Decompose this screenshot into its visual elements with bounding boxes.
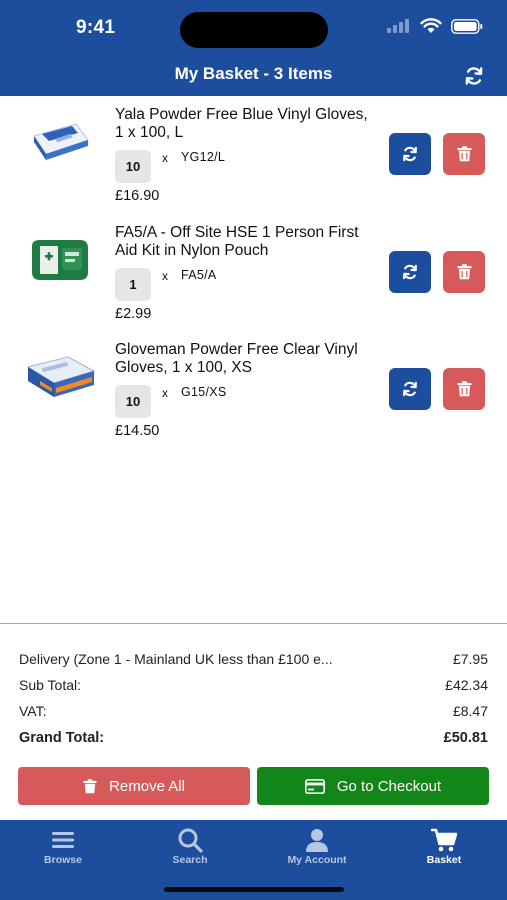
basket-item: FA5/A - Off Site HSE 1 Person First Aid …: [0, 214, 507, 332]
delivery-row: Delivery (Zone 1 - Mainland UK less than…: [19, 651, 488, 671]
refresh-icon[interactable]: [463, 65, 485, 87]
status-icons: [387, 18, 483, 34]
search-icon: [178, 828, 203, 853]
quantity-input[interactable]: 1: [115, 268, 151, 301]
product-sku: G15/XS: [181, 385, 227, 399]
update-item-button[interactable]: [389, 368, 431, 410]
vat-label: VAT:: [19, 703, 47, 719]
cart-icon: [431, 828, 457, 852]
vat-value: £8.47: [452, 703, 488, 719]
trash-icon: [457, 146, 471, 162]
product-sku: FA5/A: [181, 268, 217, 282]
status-bar: 9:41: [0, 0, 507, 56]
tab-basket[interactable]: Basket: [381, 820, 507, 876]
product-name: Gloveman Powder Free Clear Vinyl Gloves,…: [115, 341, 358, 376]
update-item-button[interactable]: [389, 251, 431, 293]
product-name: FA5/A - Off Site HSE 1 Person First Aid …: [115, 224, 359, 259]
product-image-blue-gloves: [33, 123, 89, 160]
quantity-multiplier: x: [162, 386, 168, 400]
product-image-first-aid-kit: [32, 240, 88, 280]
account-icon: [306, 829, 328, 852]
credit-card-icon: [304, 778, 325, 794]
trash-icon: [457, 381, 471, 397]
status-time: 9:41: [76, 17, 116, 38]
remove-all-label: Remove All: [109, 777, 185, 795]
checkout-button[interactable]: Go to Checkout: [257, 767, 489, 805]
dynamic-island: [180, 12, 328, 48]
delivery-value: £7.95: [452, 651, 488, 667]
subtotal-value: £42.34: [445, 677, 488, 693]
trash-icon: [457, 264, 471, 280]
product-image-clear-gloves: [26, 356, 96, 397]
quantity-multiplier: x: [162, 269, 168, 283]
home-indicator: [164, 887, 344, 892]
tab-label: Search: [172, 854, 208, 866]
subtotal-row: Sub Total: £42.34: [19, 677, 488, 697]
basket-item: Gloveman Powder Free Clear Vinyl Gloves,…: [0, 331, 507, 449]
product-price: £14.50: [115, 423, 160, 439]
product-name: Yala Powder Free Blue Vinyl Gloves, 1 x …: [115, 106, 368, 141]
quantity-input[interactable]: 10: [115, 150, 151, 183]
tab-browse[interactable]: Browse: [0, 820, 126, 876]
grand-total-row: Grand Total: £50.81: [19, 730, 488, 750]
delete-item-button[interactable]: [443, 368, 485, 410]
delete-item-button[interactable]: [443, 251, 485, 293]
remove-all-button[interactable]: Remove All: [18, 767, 250, 805]
checkout-label: Go to Checkout: [336, 777, 442, 795]
delete-item-button[interactable]: [443, 133, 485, 175]
vat-row: VAT: £8.47: [19, 703, 488, 723]
grand-total-value: £50.81: [443, 730, 488, 746]
wifi-icon: [420, 18, 442, 33]
refresh-icon: [403, 264, 417, 280]
quantity-multiplier: x: [162, 151, 168, 165]
product-price: £16.90: [115, 188, 160, 204]
basket-item: Yala Powder Free Blue Vinyl Gloves, 1 x …: [0, 96, 507, 214]
signal-icon: [387, 19, 409, 33]
grand-total-label: Grand Total:: [19, 730, 105, 746]
menu-icon: [52, 832, 74, 848]
tab-search[interactable]: Search: [127, 820, 253, 876]
delivery-label: Delivery (Zone 1 - Mainland UK less than…: [19, 651, 333, 667]
tab-label: Browse: [44, 854, 82, 866]
battery-icon: [451, 18, 483, 34]
tab-my-account[interactable]: My Account: [254, 820, 380, 876]
quantity-input[interactable]: 10: [115, 385, 151, 418]
tab-label: My Account: [287, 854, 347, 866]
page-title: My Basket - 3 Items: [174, 64, 333, 83]
trash-icon: [83, 778, 97, 793]
refresh-icon: [403, 146, 417, 162]
product-price: £2.99: [115, 306, 152, 322]
subtotal-label: Sub Total:: [19, 677, 82, 693]
product-sku: YG12/L: [181, 150, 226, 164]
update-item-button[interactable]: [389, 133, 431, 175]
refresh-icon: [403, 381, 417, 397]
nav-bar: My Basket - 3 Items: [0, 56, 507, 96]
summary-divider: [0, 623, 507, 624]
tab-label: Basket: [426, 854, 462, 866]
